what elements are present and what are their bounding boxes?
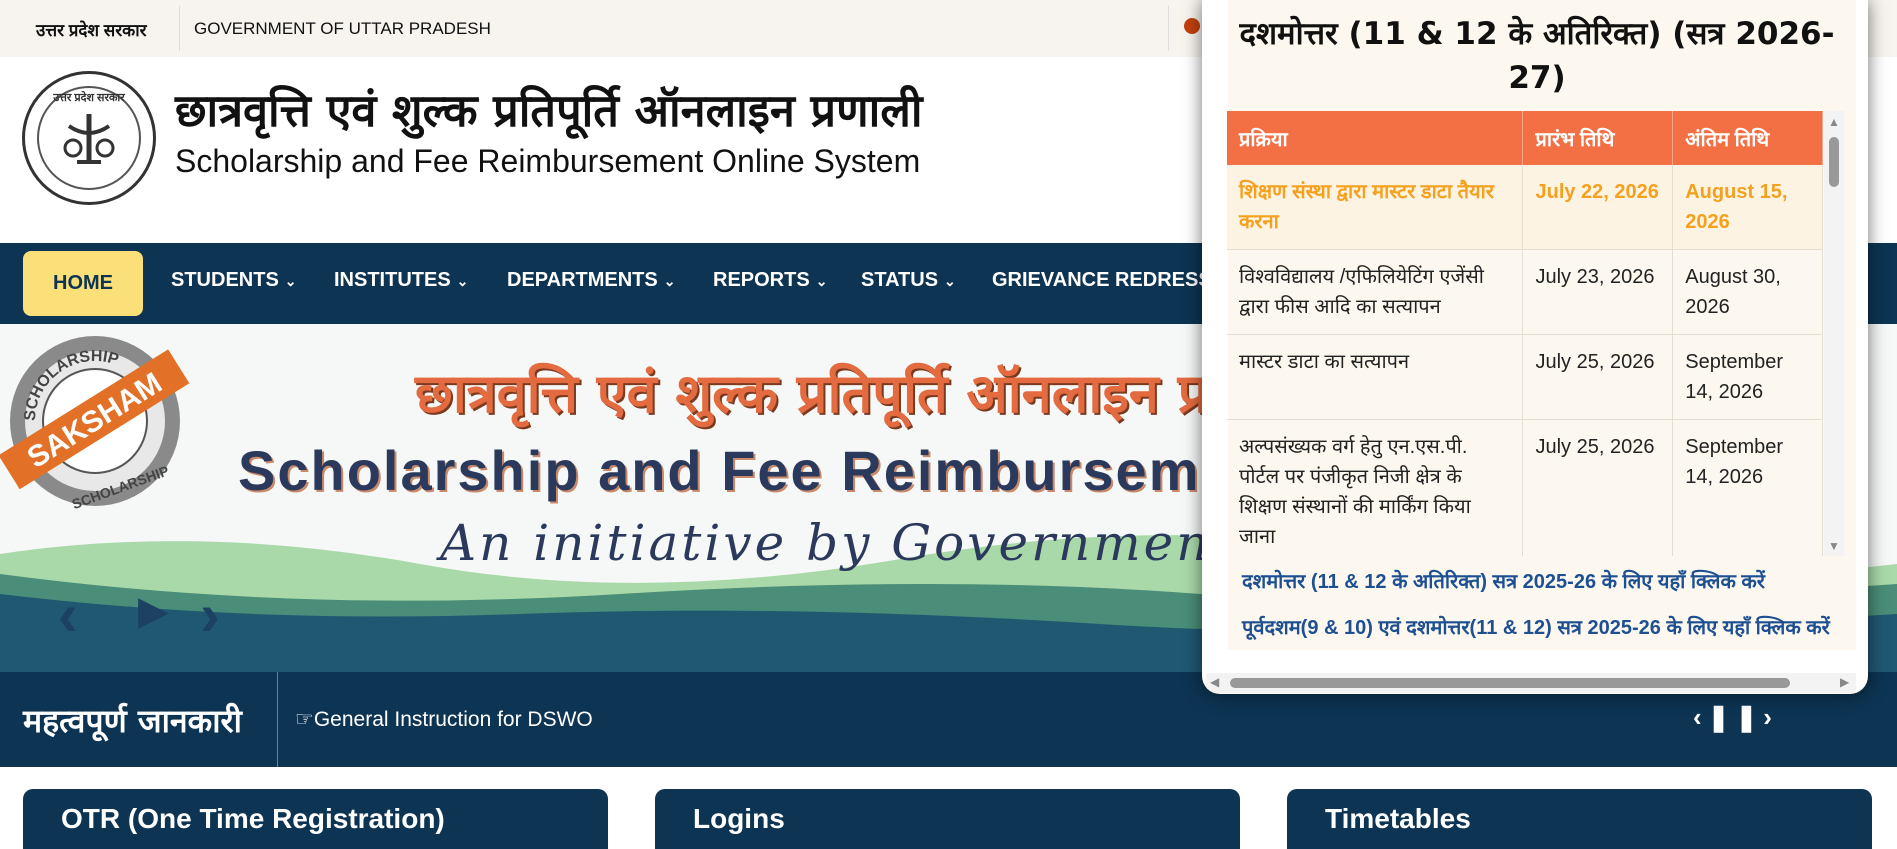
card-title: Timetables <box>1325 803 1471 834</box>
end-date-cell: September 14, 2026 <box>1672 419 1823 556</box>
site-title-english: Scholarship and Fee Reimbursement Online… <box>175 143 921 179</box>
table-viewport: प्रक्रिया प्रारंभ तिथि अंतिम तिथि शिक्षण… <box>1202 0 1868 556</box>
nav-departments[interactable]: DEPARTMENTS ⌄ <box>507 269 675 292</box>
column-header: प्रारंभ तिथि <box>1522 111 1674 165</box>
logo-text: उत्तर प्रदेश सरकार <box>53 92 125 104</box>
nav-institutes[interactable]: INSTITUTES ⌄ <box>334 269 468 292</box>
process-cell: विश्वविद्यालय /एफिलियेटिंग एजेंसी द्वारा… <box>1227 249 1524 335</box>
nav-students[interactable]: STUDENTS ⌄ <box>171 269 297 292</box>
start-date-cell: July 22, 2026 <box>1522 165 1674 250</box>
process-cell: अल्पसंख्यक वर्ग हेतु एन.एस.पी. पोर्टल पर… <box>1227 419 1524 556</box>
start-date-cell: July 25, 2026 <box>1522 334 1674 420</box>
nav-label: REPORTS <box>713 269 810 291</box>
accessibility-dot-icon[interactable] <box>1184 18 1200 34</box>
chevron-down-icon: ⌄ <box>815 273 828 289</box>
banner-next-icon[interactable]: › <box>200 580 220 649</box>
column-header: प्रक्रिया <box>1227 111 1524 165</box>
important-info-heading: महत्वपूर्ण जानकारी <box>23 702 242 740</box>
scroll-right-icon[interactable]: ▶ <box>1840 675 1849 689</box>
end-date-cell: August 30, 2026 <box>1672 249 1823 335</box>
table-row: शिक्षण संस्था द्वारा मास्टर डाटा तैयार क… <box>1227 165 1823 250</box>
scroll-thumb[interactable] <box>1230 678 1790 688</box>
scroll-up-icon[interactable]: ▲ <box>1828 115 1840 129</box>
nav-label: STUDENTS <box>171 269 279 291</box>
chevron-down-icon: ⌄ <box>944 273 956 289</box>
nav-label: INSTITUTES <box>334 269 451 291</box>
scroll-left-icon[interactable]: ◀ <box>1210 675 1219 689</box>
timetable-popup: दशमोत्तर (11 & 12 के अतिरिक्त) (सत्र 202… <box>1202 0 1868 694</box>
table-row: मास्टर डाटा का सत्यापन July 25, 2026 Sep… <box>1227 334 1823 420</box>
chevron-down-icon: ⌄ <box>284 273 297 289</box>
divider <box>179 6 180 51</box>
end-date-cell: September 14, 2026 <box>1672 334 1823 420</box>
nav-home-button[interactable]: HOME <box>23 251 143 316</box>
banner-prev-icon[interactable]: ‹ <box>58 580 78 649</box>
card-title: OTR (One Time Registration) <box>61 803 445 834</box>
card-logins[interactable]: Logins <box>655 789 1240 849</box>
card-timetables[interactable]: Timetables <box>1287 789 1872 849</box>
column-header: अंतिम तिथि <box>1672 111 1823 165</box>
ticker-link[interactable]: ☞General Instruction for DSWO <box>295 707 593 732</box>
popup-horizontal-scrollbar[interactable]: ◀ ▶ <box>1206 673 1856 693</box>
card-title: Logins <box>693 803 785 834</box>
chevron-down-icon: ⌄ <box>456 273 469 289</box>
divider <box>1168 6 1169 51</box>
table-row: विश्वविद्यालय /एफिलियेटिंग एजेंसी द्वारा… <box>1227 249 1823 335</box>
table-vertical-scrollbar[interactable]: ▲ ▼ <box>1824 111 1844 556</box>
up-government-logo[interactable]: उत्तर प्रदेश सरकार <box>22 71 156 205</box>
nav-status[interactable]: STATUS ⌄ <box>861 269 956 292</box>
hindi-government-label: उत्तर प्रदेश सरकार <box>36 21 147 40</box>
ticker-controls[interactable]: ‹❚❚› <box>1693 702 1778 733</box>
nav-label: DEPARTMENTS <box>507 269 658 291</box>
card-otr[interactable]: OTR (One Time Registration) <box>23 789 608 849</box>
saksham-seal-icon: SCHOLARSHIP SAKSHAM SCHOLARSHIP <box>0 336 190 512</box>
scroll-down-icon[interactable]: ▼ <box>1828 539 1840 553</box>
banner-title-hindi: छात्रवृत्ति एवं शुल्क प्रतिपूर्ति ऑनलाइन… <box>415 362 1312 425</box>
process-cell: शिक्षण संस्था द्वारा मास्टर डाटा तैयार क… <box>1227 165 1524 250</box>
start-date-cell: July 25, 2026 <box>1522 419 1674 556</box>
site-title-hindi: छात्रवृत्ति एवं शुल्क प्रतिपूर्ति ऑनलाइन… <box>175 84 923 137</box>
end-date-cell: August 15, 2026 <box>1672 165 1823 250</box>
chevron-down-icon: ⌄ <box>663 273 676 289</box>
timetable-table: प्रक्रिया प्रारंभ तिथि अंतिम तिथि शिक्षण… <box>1227 111 1823 556</box>
process-cell: मास्टर डाटा का सत्यापन <box>1227 334 1524 420</box>
nav-reports[interactable]: REPORTS ⌄ <box>713 269 827 292</box>
english-government-label: GOVERNMENT OF UTTAR PRADESH <box>194 19 491 38</box>
scroll-thumb[interactable] <box>1829 137 1839 187</box>
banner-play-icon[interactable]: ▶ <box>138 588 169 634</box>
divider <box>277 672 278 767</box>
session-2025-26-link[interactable]: दशमोत्तर (11 & 12 के अतिरिक्त) सत्र 2025… <box>1242 567 1765 594</box>
start-date-cell: July 23, 2026 <box>1522 249 1674 335</box>
pre-post-matric-2025-26-link[interactable]: पूर्वदशम(9 & 10) एवं दशमोत्तर(11 & 12) स… <box>1242 613 1830 640</box>
table-row: अल्पसंख्यक वर्ग हेतु एन.एस.पी. पोर्टल पर… <box>1227 419 1823 556</box>
nav-label: STATUS <box>861 269 939 291</box>
emblem-icon <box>63 114 115 164</box>
table-header-row: प्रक्रिया प्रारंभ तिथि अंतिम तिथि <box>1227 111 1823 165</box>
